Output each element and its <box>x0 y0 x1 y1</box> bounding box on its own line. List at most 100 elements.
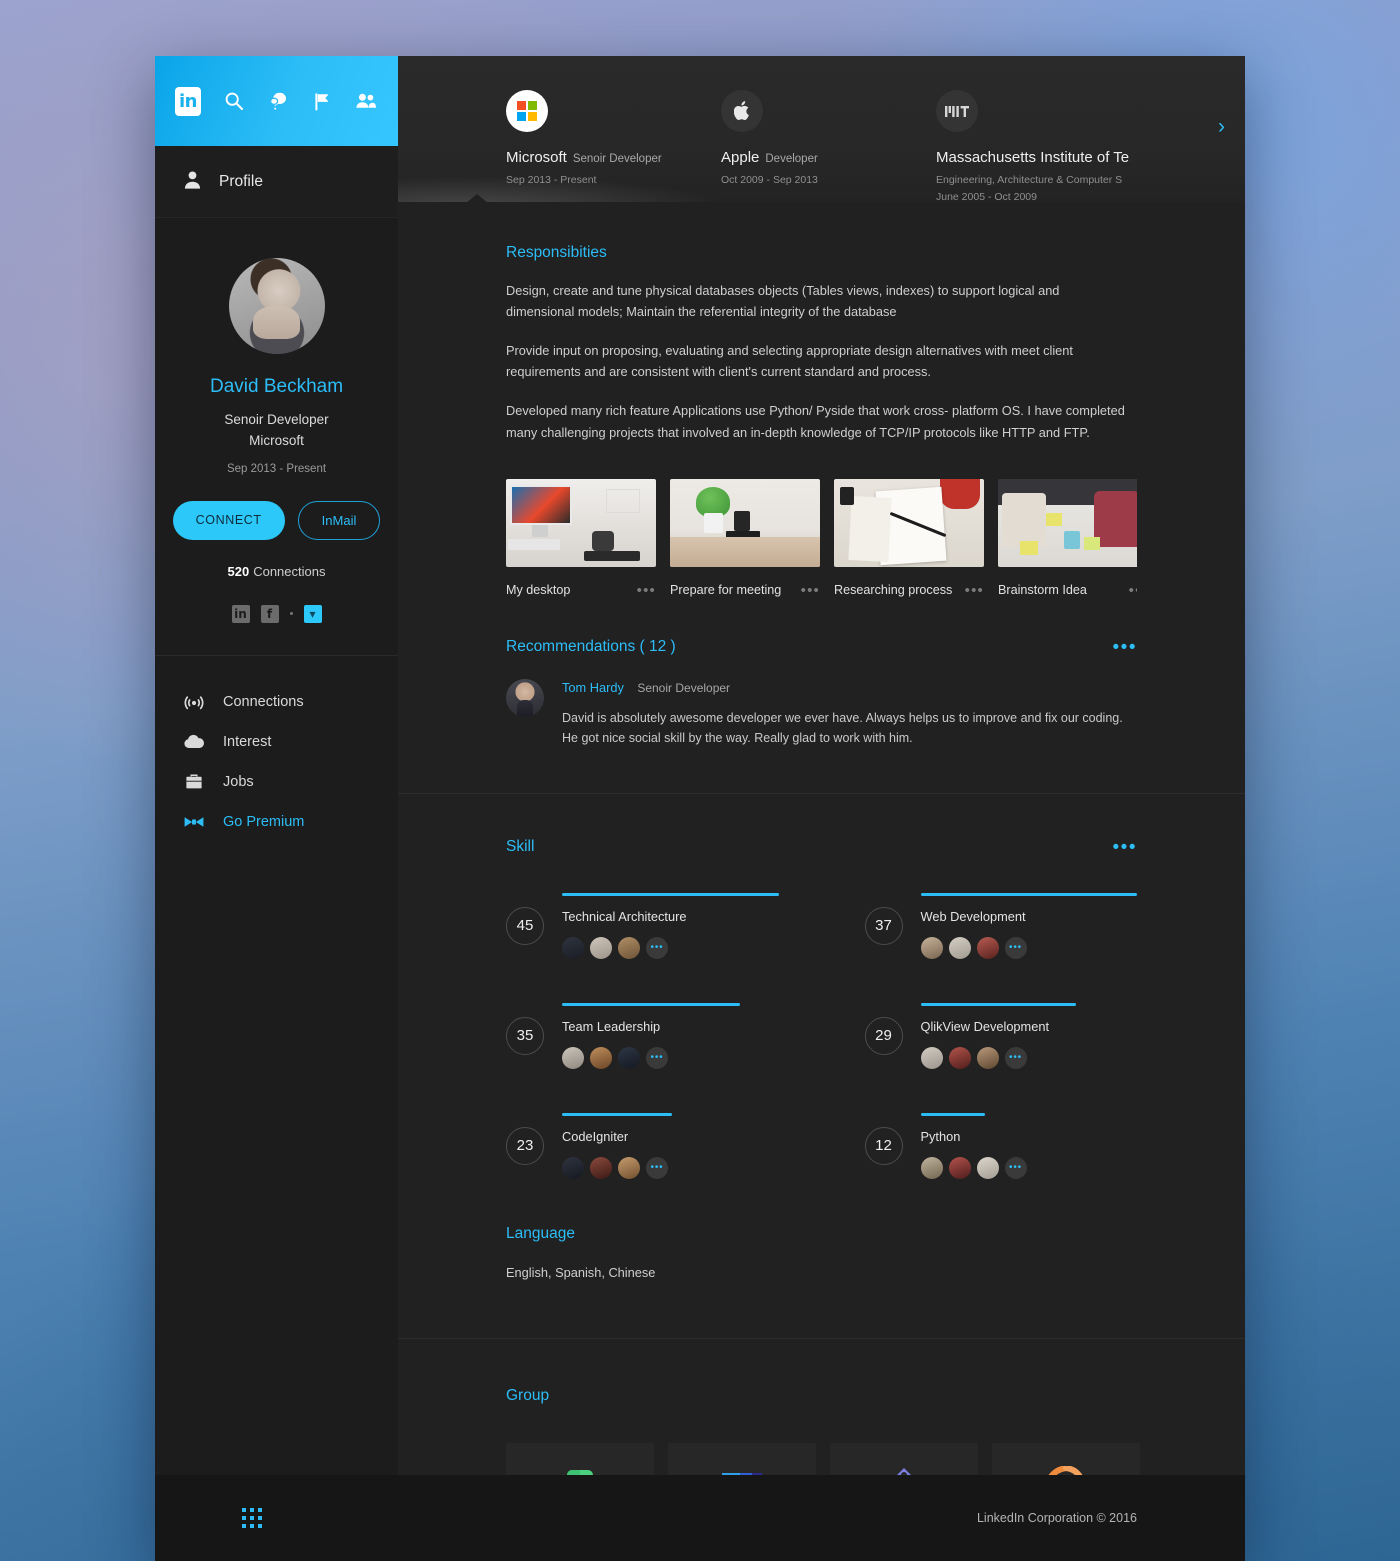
desk-imac-photo <box>506 478 656 567</box>
endorser-avatar[interactable] <box>948 936 971 959</box>
sidebar-item-interest[interactable]: Interest <box>183 722 398 762</box>
sidebar-item-go-premium[interactable]: Go Premium <box>183 802 398 842</box>
skill-endorsers-more-icon[interactable]: ••• <box>646 1046 668 1069</box>
linkedin-logo[interactable]: in <box>175 86 201 116</box>
recommender-name[interactable]: Tom Hardy <box>562 680 624 695</box>
endorser-avatar[interactable] <box>590 1046 612 1069</box>
connections-number: 520 <box>227 563 250 579</box>
profile-dates: Sep 2013 - Present <box>226 462 327 475</box>
experience-dates: Oct 2009 - Sep 2013 <box>721 174 818 186</box>
inmail-button[interactable]: InMail <box>297 500 381 540</box>
briefcase-icon <box>183 772 205 791</box>
media-gallery: My desktop ••• Prepare for meeting ••• R… <box>506 478 1137 598</box>
gallery-menu-icon[interactable]: ••• <box>801 583 820 598</box>
endorser-avatar[interactable] <box>948 1156 971 1179</box>
skill-endorsers-more-icon[interactable]: ••• <box>646 936 668 959</box>
gallery-caption: My desktop ••• <box>506 583 656 598</box>
gallery-menu-icon[interactable]: ••• <box>637 583 656 598</box>
sticky-notes-photo <box>998 478 1137 567</box>
responsibilities-paragraph: Design, create and tune physical databas… <box>506 283 1060 320</box>
experience-org: Apple <box>721 149 760 166</box>
sidebar-item-jobs[interactable]: Jobs <box>183 762 398 802</box>
gallery-title: My desktop <box>506 583 571 598</box>
endorser-avatar[interactable] <box>948 1046 971 1069</box>
footer-copyright: LinkedIn Corporation © 2016 <box>976 1511 1137 1525</box>
endorser-avatar[interactable] <box>976 936 999 959</box>
responsibilities-section: Responsibities Design, create and tune p… <box>398 202 1245 598</box>
experience-field: Engineering, Architecture & Computer S <box>936 174 1123 186</box>
recommendations-menu-icon[interactable]: ••• <box>1113 638 1137 657</box>
recommendation-item: Tom Hardy Senoir Developer David is abso… <box>506 678 1137 749</box>
app-window: in Profile David Beckham Senoir Develope… <box>155 56 1245 1561</box>
skill-endorsers-more-icon[interactable]: ••• <box>1004 1156 1027 1179</box>
profile-company: Microsoft <box>249 432 304 448</box>
search-icon[interactable] <box>222 88 245 114</box>
group-title: Group <box>506 1386 550 1404</box>
network-icon[interactable] <box>355 88 378 114</box>
skill-endorsers-more-icon[interactable]: ••• <box>646 1156 668 1179</box>
skill-endorsers: ••• <box>920 1156 1138 1179</box>
skill-endorsers-more-icon[interactable]: ••• <box>1004 936 1027 959</box>
chevron-right-icon[interactable]: › <box>1218 116 1225 137</box>
skill-bar <box>562 1112 673 1116</box>
sidebar-item-connections[interactable]: Connections <box>183 682 398 722</box>
endorser-avatar[interactable] <box>562 1046 584 1069</box>
gallery-menu-icon[interactable]: ••• <box>965 583 984 598</box>
skill-grid: 45 Technical Architecture ••• 37 Web Dev… <box>506 879 1137 1179</box>
skill-name: CodeIgniter <box>562 1128 629 1144</box>
experience-tab-microsoft[interactable]: Microsoft Senoir Developer Sep 2013 - Pre… <box>506 90 721 202</box>
recommendations-title: Recommendations ( 12 ) <box>506 638 676 656</box>
endorser-avatar[interactable] <box>562 936 584 959</box>
sidebar-item-jobs-label: Jobs <box>223 773 254 790</box>
skill-endorsers: ••• <box>920 1046 1138 1069</box>
endorser-avatar[interactable] <box>618 1156 640 1179</box>
experience-name: Apple Developer <box>721 149 936 167</box>
messages-icon[interactable] <box>266 88 289 114</box>
gallery-item[interactable]: Prepare for meeting ••• <box>670 478 820 598</box>
experience-tab-mit[interactable]: Massachusetts Institute of Te Engineerin… <box>936 90 1196 202</box>
active-tab-caret <box>466 194 488 202</box>
skill-title: Skill <box>506 838 535 856</box>
responsibilities-title: Responsibities <box>506 244 607 261</box>
skill-count: 35 <box>506 1016 544 1055</box>
gallery-item[interactable]: Brainstorm Idea ••• <box>998 478 1137 598</box>
mit-logo <box>936 90 978 132</box>
endorser-avatar[interactable] <box>920 1156 943 1179</box>
language-title: Language <box>506 1224 575 1242</box>
skill-endorsers: ••• <box>562 936 779 959</box>
linkedin-share-icon[interactable]: in <box>231 604 250 623</box>
gallery-item[interactable]: My desktop ••• <box>506 478 656 598</box>
skill-endorsers-more-icon[interactable]: ••• <box>1004 1046 1027 1069</box>
footer: LinkedIn Corporation © 2016 <box>155 1475 1245 1561</box>
facebook-share-icon[interactable]: f <box>260 604 279 623</box>
flag-icon[interactable] <box>310 88 333 114</box>
experience-name: Microsoft Senoir Developer <box>506 149 721 167</box>
endorser-avatar[interactable] <box>590 1156 612 1179</box>
skill-menu-icon[interactable]: ••• <box>1113 838 1137 857</box>
endorser-avatar[interactable] <box>562 1156 584 1179</box>
gallery-item[interactable]: Researching process ••• <box>834 478 984 598</box>
gallery-menu-icon[interactable]: ••• <box>1129 583 1137 598</box>
footer-left <box>155 1508 349 1528</box>
endorser-avatar[interactable] <box>590 936 612 959</box>
skill-item: 37 Web Development ••• <box>864 879 1137 959</box>
endorser-avatar[interactable] <box>976 1156 999 1179</box>
endorser-avatar[interactable] <box>618 1046 640 1069</box>
connect-button[interactable]: CONNECT <box>172 500 285 540</box>
endorser-avatar[interactable] <box>920 1046 943 1069</box>
app-grid-icon[interactable] <box>242 1508 262 1528</box>
endorser-avatar[interactable] <box>920 936 943 959</box>
experience-tabs: Microsoft Senoir Developer Sep 2013 - Pre… <box>398 56 1245 202</box>
avatar <box>228 258 325 354</box>
sidebar-item-profile[interactable]: Profile <box>155 146 398 218</box>
skill-name: Web Development <box>920 908 1026 924</box>
endorser-avatar[interactable] <box>618 936 640 959</box>
share-more-icon[interactable]: ▾ <box>303 604 322 623</box>
recommender-role: Senoir Developer <box>637 680 731 695</box>
main-content: Microsoft Senoir Developer Sep 2013 - Pre… <box>398 56 1245 1561</box>
skill-bar <box>920 1002 1077 1006</box>
experience-tab-apple[interactable]: Apple Developer Oct 2009 - Sep 2013 <box>721 90 936 202</box>
sidebar: in Profile David Beckham Senoir Develope… <box>155 56 398 1561</box>
separator-dot <box>289 612 293 616</box>
endorser-avatar[interactable] <box>976 1046 999 1069</box>
